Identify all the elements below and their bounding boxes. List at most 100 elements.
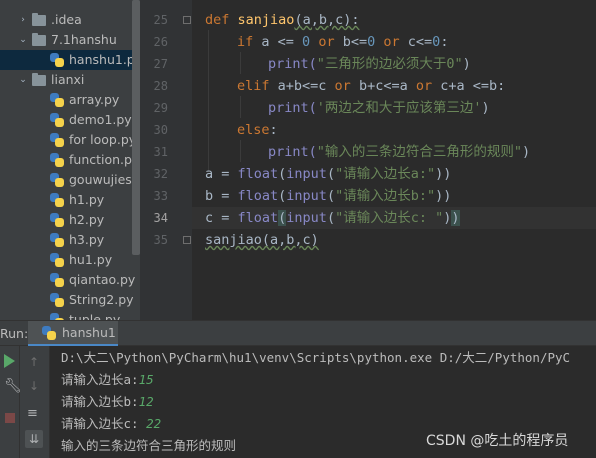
line-number: 30 <box>153 123 168 137</box>
tree-file[interactable]: hanshu1.py <box>0 50 140 70</box>
stop-button[interactable] <box>0 408 20 428</box>
run-label: Run: <box>0 326 29 341</box>
python-file-icon <box>50 113 64 127</box>
tree-folder[interactable]: ⌄ 7.1hanshu <box>0 30 140 50</box>
line-number: 34 <box>153 211 168 225</box>
tree-item-label: .idea <box>51 12 82 27</box>
line-number: 26 <box>153 35 168 49</box>
tree-file[interactable]: h1.py <box>0 190 140 210</box>
project-tree: › .idea ⌄ 7.1hanshu hanshu1.py ⌄ lianxi array.p… <box>0 0 140 320</box>
tree-item-label: 7.1hanshu <box>51 32 117 47</box>
line-number: 32 <box>153 167 168 181</box>
tree-item-label: array.py <box>69 92 120 107</box>
tree-folder[interactable]: › .idea <box>0 10 140 30</box>
python-file-icon <box>50 293 64 307</box>
tree-file[interactable]: String2.py <box>0 290 140 310</box>
scroll-down-button[interactable]: ↓ <box>20 376 40 396</box>
tree-file[interactable]: array.py <box>0 90 140 110</box>
tree-file[interactable]: hu1.py <box>0 250 140 270</box>
line-number: 31 <box>153 145 168 159</box>
run-toolbar: 🔧︎ <box>0 346 22 458</box>
console-command-line: D:\大二\Python\PyCharm\hu1\venv\Scripts\py… <box>61 350 571 365</box>
line-number: 25 <box>153 13 168 27</box>
python-file-icon <box>50 313 64 320</box>
arrow-down-icon: ↓ <box>29 379 40 393</box>
chevron-down-icon[interactable]: ⌄ <box>18 30 28 50</box>
console-input-line-b: 请输入边长b:12 <box>61 394 154 409</box>
soft-wrap-icon: ≡ <box>27 406 38 421</box>
play-icon <box>4 354 15 368</box>
tree-file[interactable] <box>0 0 140 10</box>
scroll-to-end-icon: ⇊ <box>25 430 43 448</box>
python-file-icon <box>50 273 64 287</box>
chevron-down-icon[interactable]: ⌄ <box>18 70 28 90</box>
soft-wrap-button[interactable]: ≡ <box>20 404 40 424</box>
scroll-to-end-button[interactable]: ⇊ <box>20 428 43 448</box>
tree-file[interactable]: demo1.py <box>0 110 140 130</box>
tree-file[interactable]: h2.py <box>0 210 140 230</box>
tree-file[interactable]: tuple.py <box>0 310 140 320</box>
tree-item-label: lianxi <box>51 72 85 87</box>
code-line-35: sanjiao(a,b,c) <box>205 232 319 248</box>
tree-item-label: String2.py <box>69 292 134 307</box>
line-number: 29 <box>153 101 168 115</box>
folder-icon <box>32 33 46 46</box>
code-line-28: elif a+b<=c or b+c<=a or c+a <=b: <box>237 78 506 94</box>
indent-guide <box>208 30 209 172</box>
settings-button[interactable]: 🔧︎ <box>0 376 22 396</box>
arrow-up-icon: ↑ <box>29 355 40 369</box>
python-file-icon <box>50 153 64 167</box>
indent-guide <box>240 140 241 162</box>
scroll-up-button[interactable]: ↑ <box>20 352 40 372</box>
python-file-icon <box>50 93 64 107</box>
chevron-right-icon[interactable]: › <box>18 10 28 30</box>
python-file-icon <box>50 173 64 187</box>
tree-item-label: demo1.py <box>69 112 132 127</box>
tree-item-label: h3.py <box>69 232 105 247</box>
tree-item-label: qiantao.py <box>69 272 136 287</box>
tree-item-label: function.py <box>69 152 140 167</box>
code-line-27: print("三角形的边必须大于0") <box>268 56 471 72</box>
line-number: 27 <box>153 57 168 71</box>
folder-icon <box>32 73 46 86</box>
python-file-icon <box>50 53 64 67</box>
tree-file[interactable]: for loop.py <box>0 130 140 150</box>
code-line-31: print("输入的三条边符合三角形的规则") <box>268 144 531 160</box>
fold-marker[interactable] <box>183 236 191 244</box>
console-toolbar: ↑ ↓ ≡ ⇊ <box>20 346 50 458</box>
python-file-icon <box>50 253 64 267</box>
tree-file[interactable]: function.py <box>0 150 140 170</box>
tree-item-label: hanshu1.py <box>69 52 140 67</box>
code-line-32: a = float(input("请输入边长a:")) <box>205 166 452 182</box>
tree-item-label: h2.py <box>69 212 105 227</box>
tree-file[interactable]: h3.py <box>0 230 140 250</box>
tree-item-label: h1.py <box>69 192 105 207</box>
fold-marker[interactable] <box>183 16 191 24</box>
tree-item-label: for loop.py <box>69 132 137 147</box>
code-line-29: print('两边之和大于应该第三边') <box>268 100 490 116</box>
console-input-line-c: 请输入边长c: 22 <box>61 416 162 431</box>
rerun-button[interactable] <box>0 351 20 371</box>
code-line-34: c = float(input("请输入边长c: ")) <box>205 210 460 226</box>
line-number: 28 <box>153 79 168 93</box>
tree-file[interactable]: qiantao.py <box>0 270 140 290</box>
python-file-icon <box>50 133 64 147</box>
tree-folder[interactable]: ⌄ lianxi <box>0 70 140 90</box>
console-input-line-a: 请输入边长a:15 <box>61 372 154 387</box>
tree-file[interactable]: gouwujiesuan <box>0 170 140 190</box>
tab-hanshu1[interactable]: hanshu1 <box>28 321 118 347</box>
watermark: CSDN @吃土的程序员 <box>426 433 569 449</box>
python-file-icon <box>50 193 64 207</box>
indent-guide <box>240 52 241 74</box>
tree-item-label: hu1.py <box>69 252 113 267</box>
line-number: 35 <box>153 233 168 247</box>
python-file-icon <box>50 233 64 247</box>
line-number: 33 <box>153 189 168 203</box>
code-line-26: if a <= 0 or b<=0 or c<=0: <box>237 34 449 50</box>
code-line-25: def sanjiao(a,b,c): <box>205 12 360 28</box>
run-panel-header: Run: hanshu1 <box>0 320 596 347</box>
stop-icon <box>5 413 15 423</box>
project-tree-scrollbar[interactable] <box>132 0 140 255</box>
indent-guide <box>240 96 241 118</box>
tree-item-label: gouwujiesuan <box>69 172 140 187</box>
